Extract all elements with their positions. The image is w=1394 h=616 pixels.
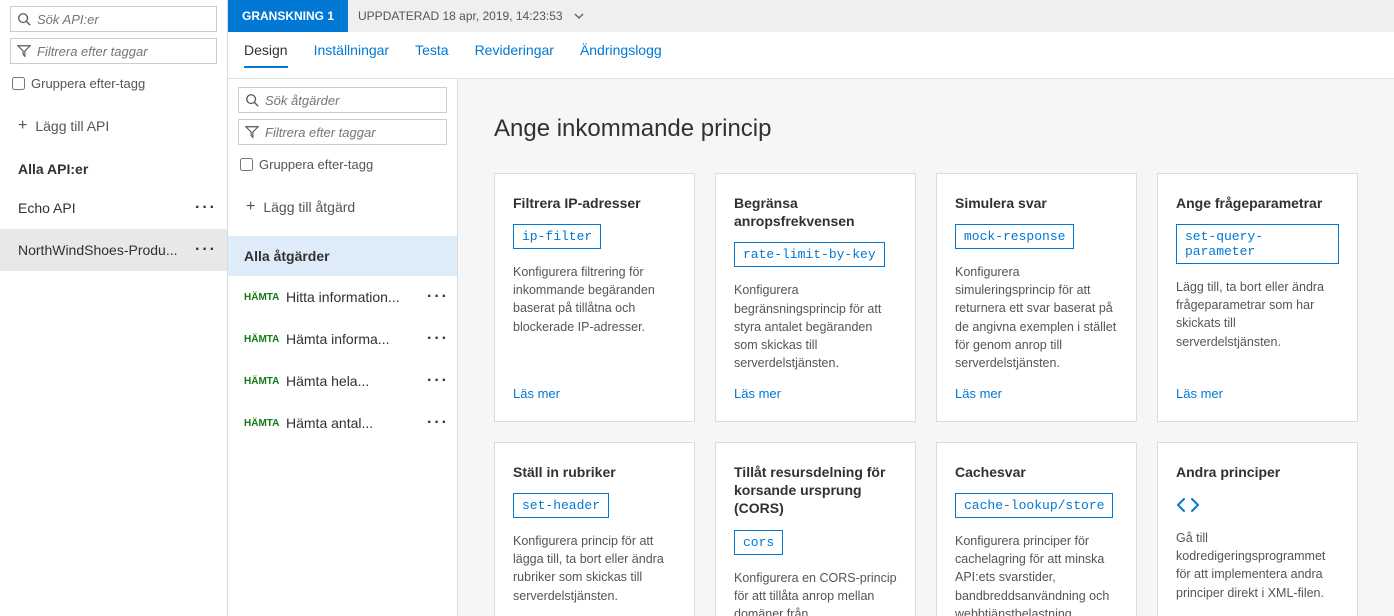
operation-label: Hämta hela...	[286, 373, 427, 389]
operation-item[interactable]: HÄMTAHämta informa...···	[228, 318, 457, 360]
policy-card[interactable]: Simulera svar mock-response Konfigurera si…	[936, 173, 1137, 422]
plus-icon: +	[246, 198, 255, 216]
card-title: Tillåt resursdelning för korsande urspru…	[734, 463, 897, 518]
policy-card[interactable]: Ställ in rubriker set-header Konfigurera p…	[494, 442, 695, 616]
chevron-down-icon[interactable]	[573, 10, 585, 22]
api-search-box[interactable]	[10, 6, 217, 32]
plus-icon: +	[18, 117, 27, 135]
operation-item[interactable]: HÄMTAHitta information...···	[228, 276, 457, 318]
more-icon[interactable]: ···	[195, 199, 217, 217]
http-method-badge: HÄMTA	[244, 418, 286, 429]
search-icon	[245, 93, 259, 107]
operation-item[interactable]: HÄMTAHämta antal...···	[228, 402, 457, 444]
api-item[interactable]: NorthWindShoes-Produ... ···	[0, 229, 227, 271]
main-content: Ange inkommande princip Filtrera IP-adre…	[458, 79, 1394, 616]
operation-label: Hämta informa...	[286, 331, 427, 347]
op-search-box[interactable]	[238, 87, 447, 113]
operations-panel: Gruppera efter-tagg + Lägg till åtgärd A…	[228, 79, 458, 616]
card-description: Konfigurera en CORS-princip för att till…	[734, 569, 897, 616]
api-item-label: NorthWindShoes-Produ...	[18, 242, 178, 258]
tab[interactable]: Ändringslogg	[580, 42, 662, 68]
code-icon	[1176, 493, 1339, 517]
card-title: Cachesvar	[955, 463, 1118, 481]
tab[interactable]: Inställningar	[314, 42, 390, 68]
card-description: Gå till kodredigeringsprogrammet för att…	[1176, 529, 1339, 616]
learn-more-link[interactable]: Läs mer	[513, 386, 676, 401]
page-title: Ange inkommande princip	[494, 115, 1358, 143]
learn-more-link[interactable]: Läs mer	[734, 386, 897, 401]
group-by-tag-input[interactable]	[12, 77, 25, 90]
policy-card[interactable]: Begränsa anropsfrekvensen rate-limit-by-k…	[715, 173, 916, 422]
learn-more-link[interactable]: Läs mer	[1176, 386, 1339, 401]
add-operation-label: Lägg till åtgärd	[263, 199, 355, 215]
card-title: Begränsa anropsfrekvensen	[734, 194, 897, 230]
policy-card[interactable]: Ange frågeparametrar set-query-parameter L…	[1157, 173, 1358, 422]
tab[interactable]: Revideringar	[475, 42, 554, 68]
api-search-input[interactable]	[37, 12, 215, 27]
more-icon[interactable]: ···	[427, 288, 449, 306]
tab[interactable]: Testa	[415, 42, 448, 68]
policy-pill: cache-lookup/store	[955, 493, 1113, 518]
policy-card[interactable]: Tillåt resursdelning för korsande urspru…	[715, 442, 916, 616]
left-sidebar: Gruppera efter-tagg + Lägg till API Alla…	[0, 0, 228, 616]
search-icon	[17, 12, 31, 26]
operation-item[interactable]: HÄMTAHämta hela...···	[228, 360, 457, 402]
add-api-button[interactable]: + Lägg till API	[0, 109, 227, 143]
group-by-tag-checkbox[interactable]: Gruppera efter-tagg	[0, 70, 227, 97]
learn-more-link[interactable]: Läs mer	[955, 386, 1118, 401]
card-title: Simulera svar	[955, 194, 1118, 212]
add-operation-button[interactable]: + Lägg till åtgärd	[228, 190, 457, 224]
http-method-badge: HÄMTA	[244, 376, 286, 387]
card-description: Konfigurera principer för cachelagring f…	[955, 532, 1118, 616]
card-description: Konfigurera begränsningsprincip för att …	[734, 281, 897, 372]
policy-card[interactable]: Filtrera IP-adresser ip-filter Konfigurera…	[494, 173, 695, 422]
filter-icon	[245, 125, 259, 139]
policy-pill: set-query-parameter	[1176, 224, 1339, 264]
card-description: Konfigurera princip för att lägga till, …	[513, 532, 676, 616]
card-description: Konfigurera filtrering för inkommande be…	[513, 263, 676, 372]
api-item-label: Echo API	[18, 200, 76, 216]
http-method-badge: HÄMTA	[244, 292, 286, 303]
op-group-by-tag-input[interactable]	[240, 158, 253, 171]
op-filter-box[interactable]	[238, 119, 447, 145]
card-description: Lägg till, ta bort eller ändra frågepara…	[1176, 278, 1339, 372]
api-filter-input[interactable]	[37, 44, 215, 59]
op-search-input[interactable]	[265, 93, 443, 108]
policy-pill: set-header	[513, 493, 609, 518]
api-item[interactable]: Echo API ···	[0, 187, 227, 229]
policy-pill: ip-filter	[513, 224, 601, 249]
more-icon[interactable]: ···	[427, 372, 449, 390]
api-filter-box[interactable]	[10, 38, 217, 64]
http-method-badge: HÄMTA	[244, 334, 286, 345]
policy-card[interactable]: Cachesvar cache-lookup/store Konfigurera p…	[936, 442, 1137, 616]
card-description: Konfigurera simuleringsprincip för att r…	[955, 263, 1118, 372]
card-title: Ställ in rubriker	[513, 463, 676, 481]
policy-card[interactable]: Andra principer Gå till kodredigeringspro…	[1157, 442, 1358, 616]
topbar: GRANSKNING 1 UPPDATERAD 18 apr, 2019, 14…	[228, 0, 1394, 32]
tabs-bar: Design Inställningar Testa Revideringar Ändr…	[228, 32, 1394, 79]
add-api-label: Lägg till API	[35, 118, 109, 134]
tab[interactable]: Design	[244, 42, 288, 68]
more-icon[interactable]: ···	[427, 414, 449, 432]
more-icon[interactable]: ···	[195, 241, 217, 259]
op-filter-input[interactable]	[265, 125, 443, 140]
all-apis-heading: Alla API:er	[0, 143, 227, 187]
policy-pill: cors	[734, 530, 783, 555]
op-group-by-tag-checkbox[interactable]: Gruppera efter-tagg	[228, 151, 457, 178]
all-operations-heading[interactable]: Alla åtgärder	[228, 236, 457, 276]
operation-label: Hitta information...	[286, 289, 427, 305]
card-title: Filtrera IP-adresser	[513, 194, 676, 212]
op-group-by-tag-label: Gruppera efter-tagg	[259, 157, 373, 172]
card-title: Ange frågeparametrar	[1176, 194, 1339, 212]
revision-badge[interactable]: GRANSKNING 1	[228, 0, 348, 32]
operation-label: Hämta antal...	[286, 415, 427, 431]
card-title: Andra principer	[1176, 463, 1339, 481]
more-icon[interactable]: ···	[427, 330, 449, 348]
filter-icon	[17, 44, 31, 58]
policy-pill: rate-limit-by-key	[734, 242, 885, 267]
policy-pill: mock-response	[955, 224, 1074, 249]
updated-text: UPPDATERAD 18 apr, 2019, 14:23:53	[348, 9, 573, 23]
group-by-tag-label: Gruppera efter-tagg	[31, 76, 145, 91]
